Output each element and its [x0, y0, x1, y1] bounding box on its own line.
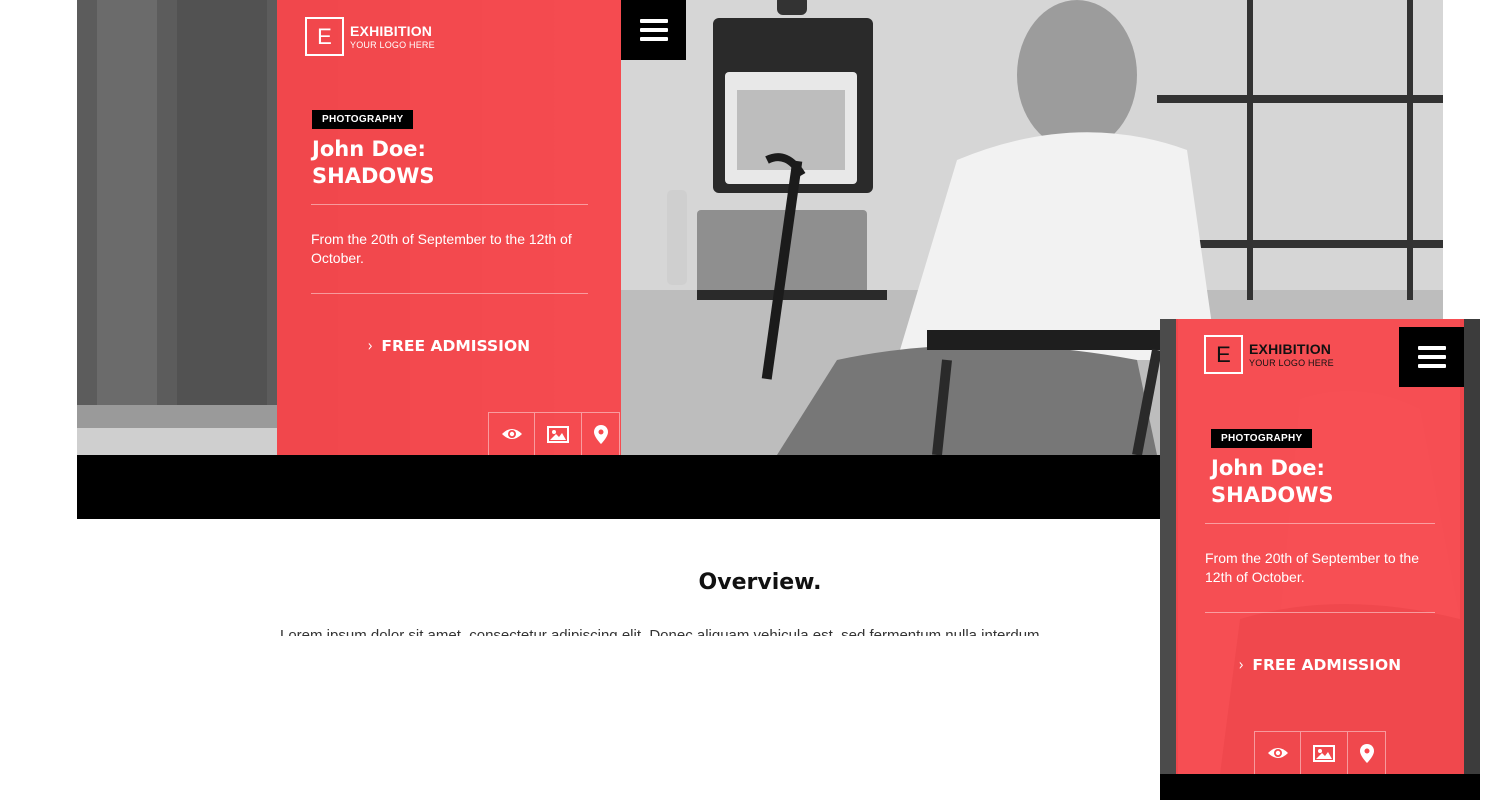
- logo-title: EXHIBITION: [350, 22, 433, 39]
- mobile-divider: [1205, 523, 1435, 524]
- mobile-logo-title: EXHIBITION: [1249, 340, 1332, 357]
- chevron-right-icon: ›: [1238, 655, 1244, 674]
- mobile-view-button[interactable]: [1254, 731, 1301, 774]
- mobile-exhibition-title: John Doe: SHADOWS: [1211, 455, 1334, 509]
- exhibition-card: E EXHIBITION YOUR LOGO HERE PHOTOGRAPHY …: [277, 0, 621, 455]
- mobile-location-button[interactable]: [1348, 731, 1386, 774]
- hamburger-menu-icon: [1417, 346, 1446, 350]
- hamburger-menu-button[interactable]: [621, 0, 686, 60]
- exhibition-dates: From the 20th of September to the 12th o…: [311, 231, 572, 266]
- mobile-exhibition-card: E EXHIBITION YOUR LOGO HERE PHOTOGRAPHY …: [1176, 319, 1464, 774]
- hamburger-line: [639, 37, 668, 41]
- mobile-free-admission-label: FREE ADMISSION: [1252, 655, 1402, 674]
- eye-icon: [501, 429, 522, 439]
- category-badge[interactable]: PHOTOGRAPHY: [312, 110, 414, 129]
- mobile-free-admission-link[interactable]: › FREE ADMISSION: [1238, 655, 1401, 674]
- exhibition-title: John Doe: SHADOWS: [312, 136, 435, 190]
- chevron-right-icon: ›: [367, 336, 373, 355]
- logo-mark: E: [305, 17, 344, 56]
- eye-icon: [1267, 748, 1288, 758]
- mobile-exhibition-title-line1: John Doe:: [1211, 456, 1325, 480]
- mobile-category-badge[interactable]: PHOTOGRAPHY: [1211, 429, 1313, 448]
- mobile-hamburger-menu-button[interactable]: [1399, 327, 1464, 387]
- exhibition-title-line1: John Doe:: [312, 137, 426, 161]
- free-admission-label: FREE ADMISSION: [381, 336, 531, 355]
- hamburger-menu-icon: [639, 19, 668, 23]
- mobile-preview: E EXHIBITION YOUR LOGO HERE PHOTOGRAPHY …: [1160, 319, 1480, 774]
- overview-text: Lorem ipsum dolor sit amet, consectetur …: [280, 627, 1040, 636]
- location-button[interactable]: [582, 412, 620, 455]
- mobile-gallery-button[interactable]: [1301, 731, 1348, 774]
- mobile-logo-subtitle: YOUR LOGO HERE: [1249, 357, 1334, 368]
- map-pin-icon: [1359, 743, 1374, 763]
- hamburger-line: [1417, 364, 1446, 368]
- mobile-divider: [1205, 612, 1435, 613]
- mobile-logo-text: EXHIBITION YOUR LOGO HERE: [1249, 342, 1334, 368]
- logo-text: EXHIBITION YOUR LOGO HERE: [350, 24, 435, 50]
- divider: [311, 204, 588, 205]
- map-pin-icon: [593, 424, 608, 444]
- mobile-action-icon-bar: [1254, 731, 1386, 774]
- mobile-bottom-bar: [1160, 774, 1480, 800]
- divider: [311, 293, 588, 294]
- mobile-exhibition-title-line2: SHADOWS: [1211, 483, 1334, 507]
- exhibition-title-line2: SHADOWS: [312, 164, 435, 188]
- image-icon: [1313, 744, 1335, 762]
- free-admission-link[interactable]: › FREE ADMISSION: [367, 336, 530, 355]
- mobile-logo[interactable]: E EXHIBITION YOUR LOGO HERE: [1204, 335, 1334, 374]
- image-icon: [547, 425, 569, 443]
- gallery-button[interactable]: [535, 412, 582, 455]
- mobile-exhibition-dates: From the 20th of September to the 12th o…: [1205, 550, 1420, 585]
- mobile-logo-mark: E: [1204, 335, 1243, 374]
- logo-subtitle: YOUR LOGO HERE: [350, 39, 435, 50]
- overview-text-clip: Lorem ipsum dolor sit amet, consectetur …: [280, 626, 1160, 636]
- view-button[interactable]: [488, 412, 535, 455]
- hamburger-line: [1417, 355, 1446, 359]
- action-icon-bar: [488, 412, 620, 455]
- hamburger-line: [639, 28, 668, 32]
- logo[interactable]: E EXHIBITION YOUR LOGO HERE: [305, 17, 435, 56]
